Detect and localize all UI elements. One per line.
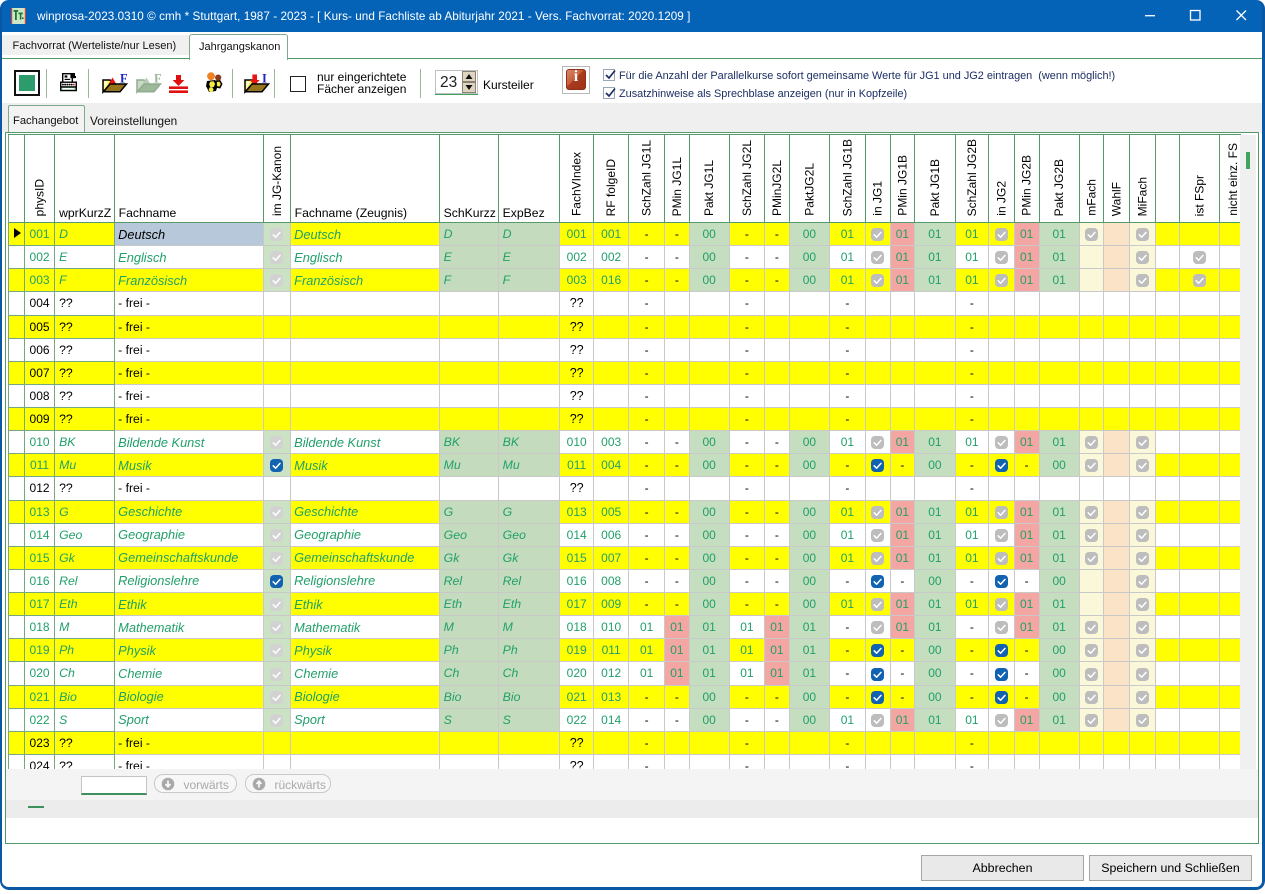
- svg-text:F: F: [154, 73, 162, 86]
- svg-text:I: I: [262, 73, 267, 86]
- svg-text:F: F: [120, 73, 128, 86]
